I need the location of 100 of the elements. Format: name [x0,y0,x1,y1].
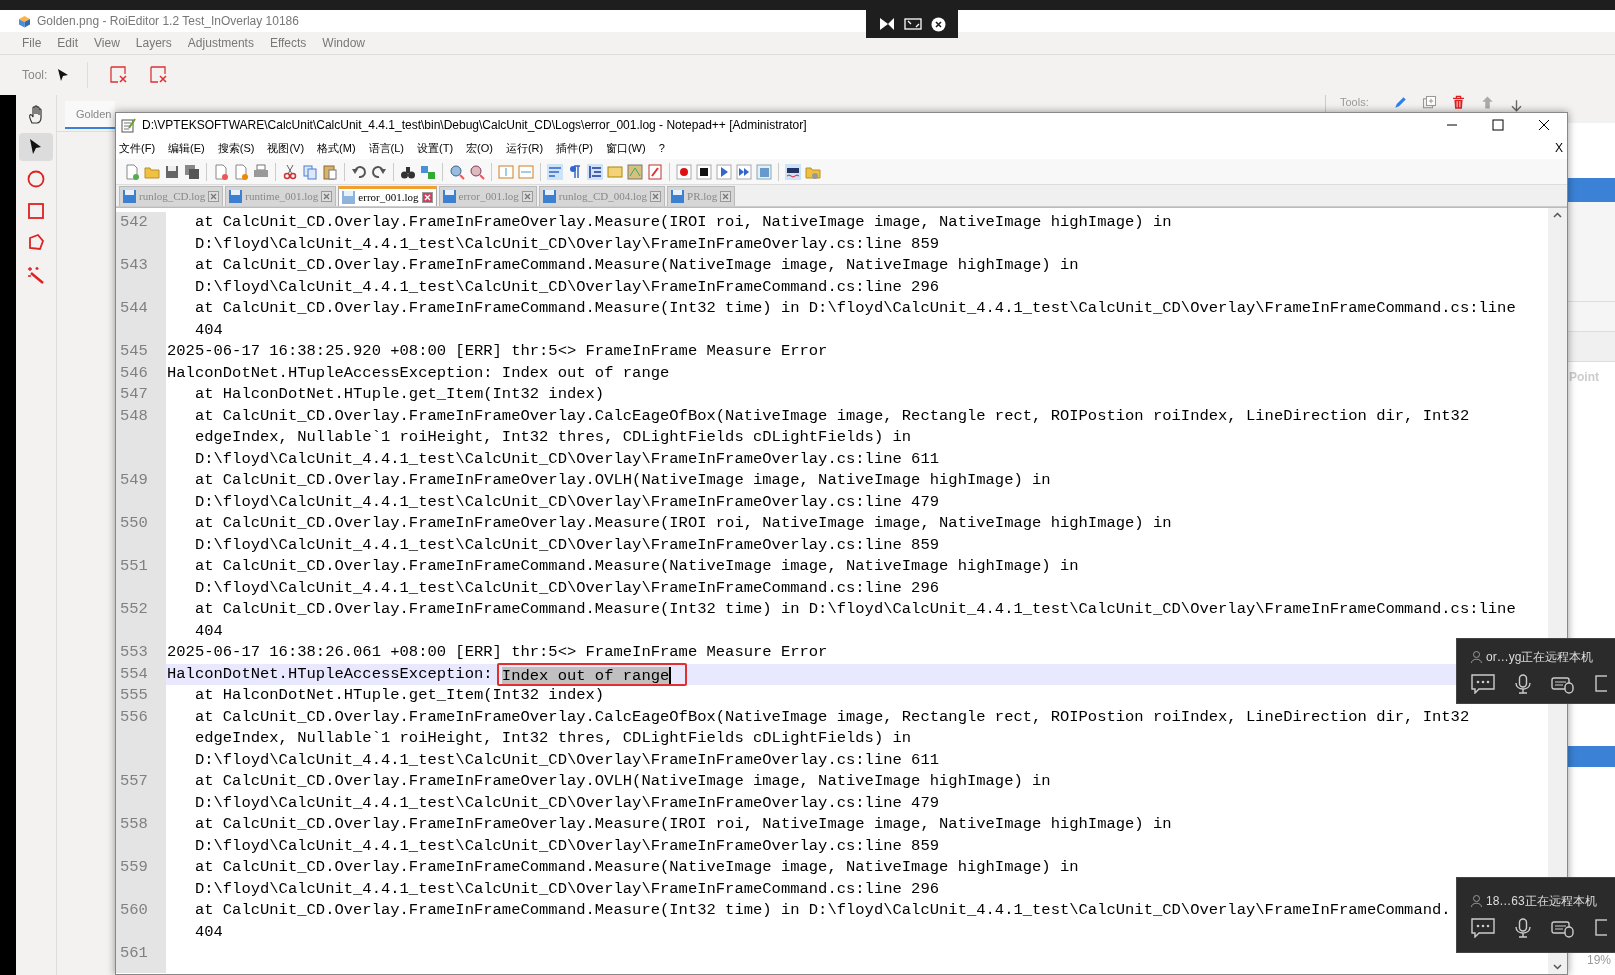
chat-icon[interactable] [1471,918,1495,938]
code-line: at CalcUnit_CD.Overlay.FrameInFrameOverlay.OVLH(NativeImage image, NativeImage highImage) in [193,470,1051,491]
menu-item[interactable]: 运行(R) [505,139,544,157]
menu-item[interactable]: 文件(F) [119,139,156,157]
map-icon[interactable] [627,163,643,180]
code-line: D:\floyd\CalcUnit_4.4.1_test\CalcUnit_CD\Overlay\FrameInFrameOverlay.cs:line 859 [193,233,940,255]
menu-item[interactable]: 语言(L) [368,139,404,157]
menu-item[interactable]: 搜索(S) [217,139,255,157]
select-remove-icon[interactable] [110,66,129,84]
record-icon[interactable] [676,163,692,180]
code-line: D:\floyd\CalcUnit_4.4.1_test\CalcUnit_CD\Overlay\FrameInFrameOverlay.cs:line 611 [193,448,940,470]
save-icon [542,190,556,203]
menu-item[interactable]: 设置(T) [417,139,454,157]
microphone-icon[interactable] [1515,674,1531,694]
file-tab[interactable]: error_001.log [338,186,437,206]
tool-button[interactable] [19,133,53,161]
line-number: 556 [120,706,149,728]
menu-item[interactable]: View [94,34,120,52]
code-line: D:\floyd\CalcUnit_4.4.1_test\CalcUnit_CD\Overlay\FrameInFrameOverlay.cs:line 859 [193,534,940,556]
undo-icon[interactable] [351,163,367,180]
function-list-icon[interactable] [647,163,663,180]
indent-guide-icon[interactable] [587,163,603,180]
zoom-in-icon[interactable] [449,163,465,180]
code-line: HalconDotNet.HTupleAccessException: [167,663,494,685]
window-title: D:\VPTEKSOFTWARE\CalcUnit\CalcUnit_4.4.1_test\bin\Debug\CalcUnit_CD\Logs\error_001.log - Notepad++ [Administrator] [142,117,807,134]
cut-icon[interactable] [282,163,298,180]
paragraph-icon[interactable] [567,163,583,180]
menu-item[interactable]: File [22,34,42,52]
rectangle-icon [26,201,46,221]
code-line: D:\floyd\CalcUnit_4.4.1_test\CalcUnit_CD\Overlay\FrameInFrameCommand.cs:line 296 [193,577,940,599]
menu-item[interactable]: 视图(V) [267,139,305,157]
code-line: D:\floyd\CalcUnit_4.4.1_test\CalcUnit_CD\Overlay\FrameInFrameOverlay.cs:line 611 [193,749,940,771]
close-file-icon[interactable] [213,163,229,180]
menu-item[interactable]: 窗口(W) [605,139,646,157]
new-file-icon[interactable] [124,163,140,180]
menu-item[interactable]: Effects [269,34,307,52]
spellcheck-icon[interactable] [785,163,801,180]
microphone-icon[interactable] [1515,918,1531,938]
send-icon[interactable] [878,17,895,31]
redo-icon[interactable] [371,163,387,180]
cursor-icon[interactable] [57,68,70,82]
code-line: 404 [193,620,223,642]
line-number: 559 [120,857,149,878]
keyboard-mouse-icon[interactable] [1551,674,1575,694]
selected-text: Index out of range [501,666,672,685]
code-line: 404 [193,921,223,943]
save-icon[interactable] [164,163,180,180]
close-icon[interactable] [930,16,946,32]
keyboard-mouse-icon[interactable] [1551,918,1575,938]
menu-item[interactable]: 宏(O) [466,139,493,157]
select-remove-icon[interactable] [150,66,169,84]
line-number: 554 [120,663,149,685]
chevron-up-icon[interactable] [1553,212,1562,218]
save-macro-icon[interactable] [756,163,772,180]
code-line: at CalcUnit_CD.Overlay.FrameInFrameCommand.Measure(NativeImage image, NativeImage highImage) in [193,857,1079,878]
line-number: 553 [120,642,149,663]
print-icon[interactable] [253,163,269,180]
menu-item[interactable]: 插件(P) [556,139,593,157]
circle-icon [26,169,46,189]
save-all-icon[interactable] [184,163,200,180]
code-line: at CalcUnit_CD.Overlay.FrameInFrameCommand.Measure(NativeImage image, NativeImage highImage) in [193,556,1079,577]
menu-item[interactable]: Edit [57,34,79,52]
close-document-button[interactable]: X [1555,139,1563,157]
save-icon [442,190,456,203]
menu-item[interactable]: 编辑(E) [168,139,205,157]
menu-item[interactable]: 格式(M) [317,139,356,157]
resize-icon[interactable] [903,17,922,31]
play-multiple-icon[interactable] [736,163,752,180]
chevron-down-icon[interactable] [1553,964,1562,970]
line-number: 558 [120,814,149,835]
play-icon[interactable] [716,163,732,180]
line-number: 550 [120,513,149,534]
pencil-icon[interactable] [1392,95,1408,110]
wand-icon [26,265,46,285]
code-line: at HalconDotNet.HTuple.get_Item(Int32 index) [193,685,605,706]
menu-item[interactable]: Window [322,34,366,52]
tools-label: Tools: [1340,95,1369,109]
menu-item[interactable]: Adjustments [187,34,254,52]
document-tab[interactable]: Golden [65,101,115,129]
close-all-icon[interactable] [233,163,249,180]
window-icon[interactable] [1595,918,1607,938]
stop-icon[interactable] [696,163,712,180]
paste-icon[interactable] [322,163,338,180]
copy-icon[interactable] [302,163,318,180]
menu-item[interactable]: Layers [135,34,172,52]
trash-icon[interactable] [1450,95,1466,110]
word-wrap-icon[interactable] [547,163,563,180]
menu-item[interactable]: ? [658,139,665,157]
close-icon[interactable] [1538,119,1550,131]
code-line: at CalcUnit_CD.Overlay.FrameInFrameOverlay.OVLH(NativeImage image, NativeImage highImage) in [193,771,1051,792]
zoom-out-icon[interactable] [469,163,485,180]
add-layer-icon[interactable] [1421,95,1437,110]
code-line: at CalcUnit_CD.Overlay.FrameInFrameOverlay.CalcEageOfBox(NativeImage image, Rectangle rect, ROIPostion roiIndex, LineDirection dir, Int32 [193,706,1470,728]
save-icon [229,190,243,203]
window-icon[interactable] [1595,674,1607,694]
code-line: edgeIndex, Nullable`1 roiHeight, Int32 thres, CDLightFields cDLightFields) in [193,728,912,749]
maximize-icon[interactable] [1492,119,1504,131]
chat-icon[interactable] [1471,674,1495,694]
line-number: 551 [120,556,149,577]
line-number: 547 [120,384,149,405]
